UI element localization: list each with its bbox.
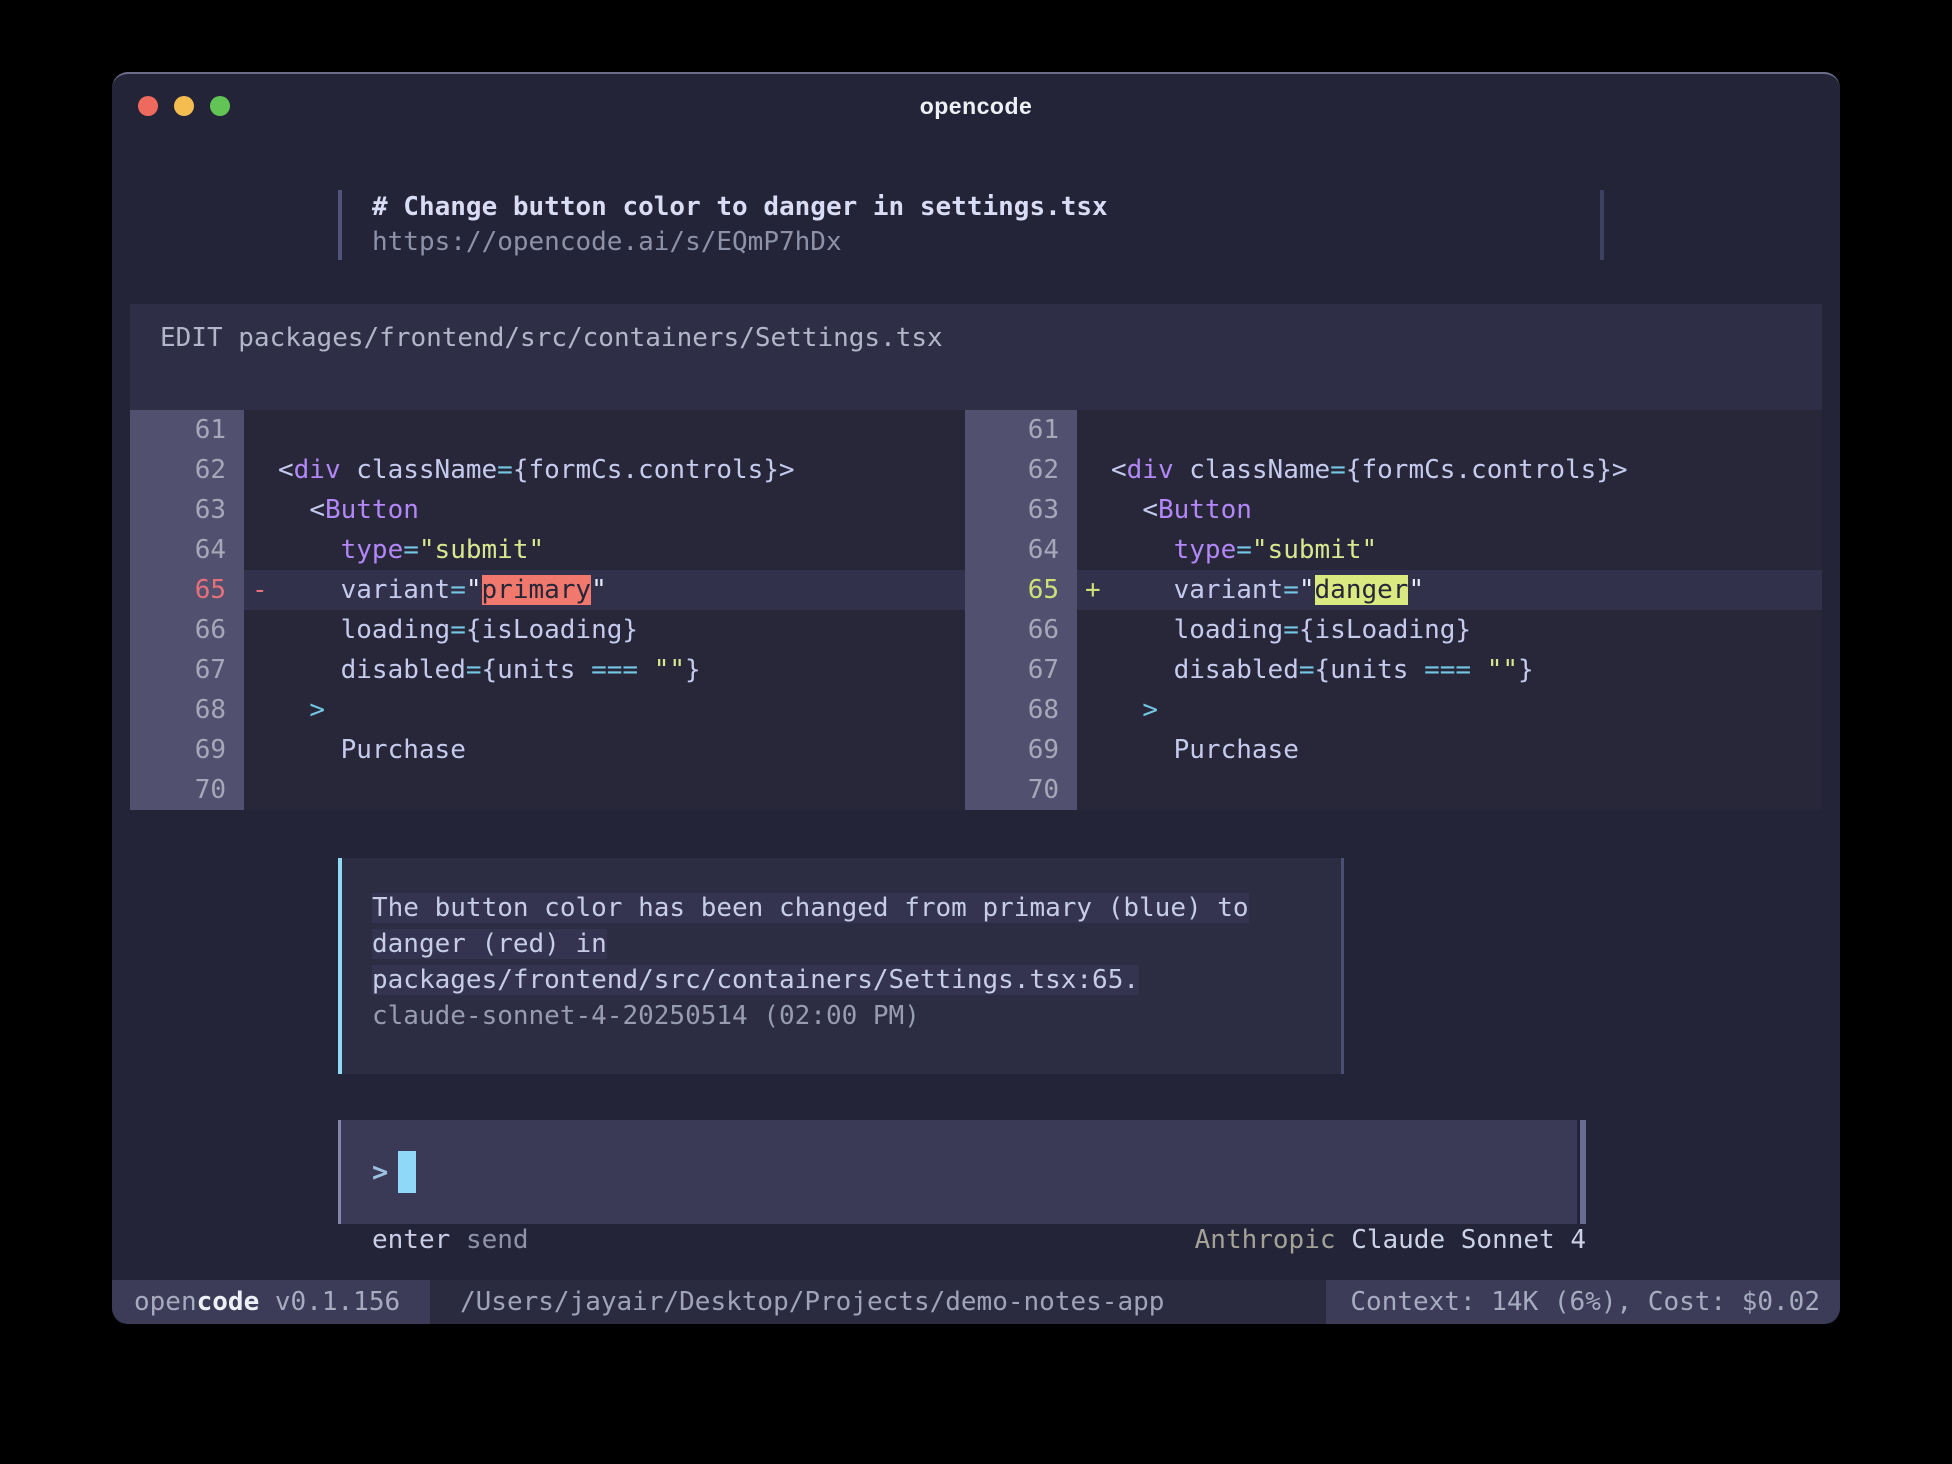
line-number: 66: [130, 610, 244, 650]
prompt-header-right-border: [1600, 190, 1604, 260]
usage-stats: Context: 14K (6%), Cost: $0.02: [1326, 1280, 1840, 1324]
edit-tool-panel: EDIT packages/frontend/src/containers/Se…: [130, 304, 1822, 810]
send-label: send: [466, 1225, 529, 1255]
code-line: [1077, 770, 1822, 810]
assistant-message: The button color has been changed from p…: [338, 858, 1344, 1074]
code-line: <Button: [1077, 490, 1822, 530]
line-number: 63: [965, 490, 1077, 530]
code-line: Purchase: [244, 730, 965, 770]
edit-tool-header: EDIT packages/frontend/src/containers/Se…: [130, 304, 1822, 356]
diff-row: 62<div className={formCs.controls}>62<di…: [130, 450, 1822, 490]
status-bar: opencode v0.1.156 /Users/jayair/Desktop/…: [112, 1280, 1840, 1324]
code-line: disabled={units === ""}: [1077, 650, 1822, 690]
line-number: 62: [965, 450, 1077, 490]
line-number: 67: [130, 650, 244, 690]
window-title: opencode: [920, 93, 1033, 120]
code-line: >: [244, 690, 965, 730]
line-number: 63: [130, 490, 244, 530]
code-line: <Button: [244, 490, 965, 530]
message-body: The button color has been changed from p…: [342, 858, 1344, 1074]
message-line: danger (red) in: [372, 929, 607, 959]
line-number: 64: [130, 530, 244, 570]
diff-row: 64 type="submit"64 type="submit": [130, 530, 1822, 570]
code-line: <div className={formCs.controls}>: [1077, 450, 1822, 490]
code-line: >: [1077, 690, 1822, 730]
diff-row: 63 <Button63 <Button: [130, 490, 1822, 530]
line-number: 68: [130, 690, 244, 730]
diff-row: 70 70: [130, 770, 1822, 810]
app-name: open: [134, 1287, 197, 1317]
model-label: Claude Sonnet 4: [1351, 1225, 1586, 1255]
code-line: [244, 770, 965, 810]
line-number: 69: [965, 730, 1077, 770]
prompt-header: # Change button color to danger in setti…: [338, 190, 1108, 260]
code-line: loading={isLoading}: [244, 610, 965, 650]
addition-marker-icon: +: [1085, 570, 1101, 610]
edit-action-label: EDIT: [160, 323, 238, 353]
line-number: 65: [130, 570, 244, 610]
code-line: - variant="primary": [244, 570, 965, 610]
input-right-border: [1580, 1120, 1586, 1224]
edit-file-path: packages/frontend/src/containers/Setting…: [238, 323, 942, 353]
prompt-input[interactable]: >: [338, 1120, 1577, 1224]
code-line: [1077, 410, 1822, 450]
message-line: packages/frontend/src/containers/Setting…: [372, 965, 1139, 995]
zoom-button[interactable]: [210, 96, 230, 116]
diff-row: 61 61: [130, 410, 1822, 450]
close-button[interactable]: [138, 96, 158, 116]
text-cursor: [398, 1151, 416, 1193]
opencode-window: opencode # Change button color to danger…: [112, 72, 1840, 1324]
share-url-link[interactable]: https://opencode.ai/s/EQmP7hDx: [372, 225, 1108, 260]
line-number: 70: [965, 770, 1077, 810]
diff-row: 68 >68 >: [130, 690, 1822, 730]
traffic-lights: [138, 74, 230, 138]
code-line: Purchase: [1077, 730, 1822, 770]
code-line: type="submit": [1077, 530, 1822, 570]
app-name-segment: opencode v0.1.156: [112, 1280, 430, 1324]
send-hint: enter send: [372, 1220, 529, 1260]
working-directory: /Users/jayair/Desktop/Projects/demo-note…: [460, 1280, 1164, 1324]
line-number: 68: [965, 690, 1077, 730]
code-line: <div className={formCs.controls}>: [244, 450, 965, 490]
prompt-title: # Change button color to danger in setti…: [372, 190, 1108, 225]
line-number: 66: [965, 610, 1077, 650]
line-number: 65: [965, 570, 1077, 610]
app-version: v0.1.156: [259, 1287, 400, 1317]
diff-view: 616162<div className={formCs.controls}>6…: [130, 410, 1822, 810]
model-timestamp: claude-sonnet-4-20250514 (02:00 PM): [372, 1001, 920, 1031]
titlebar: opencode: [112, 74, 1840, 138]
model-indicator: Anthropic Claude Sonnet 4: [1195, 1220, 1586, 1260]
minimize-button[interactable]: [174, 96, 194, 116]
line-number: 61: [130, 410, 244, 450]
app-name-bold: code: [197, 1287, 260, 1317]
deletion-marker-icon: -: [252, 570, 268, 610]
enter-key-hint: enter: [372, 1225, 450, 1255]
prompt-indicator: >: [372, 1157, 388, 1188]
hints-row: enter send Anthropic Claude Sonnet 4: [372, 1220, 1586, 1260]
line-number: 64: [965, 530, 1077, 570]
diff-row: 69 Purchase69 Purchase: [130, 730, 1822, 770]
code-line: type="submit": [244, 530, 965, 570]
diff-row: 67 disabled={units === ""}67 disabled={u…: [130, 650, 1822, 690]
diff-row: 65- variant="primary"65+ variant="danger…: [130, 570, 1822, 610]
code-line: + variant="danger": [1077, 570, 1822, 610]
code-line: [244, 410, 965, 450]
line-number: 69: [130, 730, 244, 770]
line-number: 67: [965, 650, 1077, 690]
line-number: 61: [965, 410, 1077, 450]
message-line: The button color has been changed from p…: [372, 893, 1249, 923]
line-number: 62: [130, 450, 244, 490]
diff-row: 66 loading={isLoading}66 loading={isLoad…: [130, 610, 1822, 650]
provider-label: Anthropic: [1195, 1225, 1336, 1255]
code-line: disabled={units === ""}: [244, 650, 965, 690]
line-number: 70: [130, 770, 244, 810]
code-line: loading={isLoading}: [1077, 610, 1822, 650]
